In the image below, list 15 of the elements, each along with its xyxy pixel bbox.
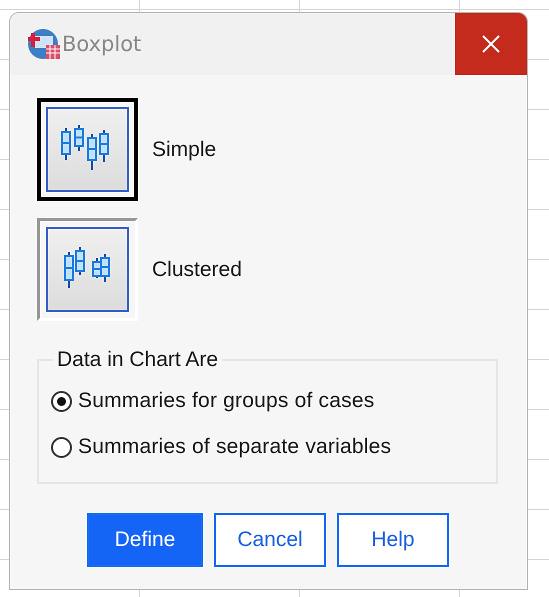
close-button[interactable] xyxy=(455,13,527,75)
radio-option[interactable]: Summaries for groups of cases xyxy=(51,378,496,424)
radio-button[interactable] xyxy=(51,436,72,458)
radio-button[interactable] xyxy=(51,390,72,412)
group-title: Data in Chart Are xyxy=(56,348,220,372)
dialog-button[interactable]: Cancel xyxy=(214,513,326,567)
app-icon xyxy=(27,27,61,61)
chart-type-button[interactable] xyxy=(37,98,138,201)
chart-type-label: Simple xyxy=(152,138,216,162)
window-title: Boxplot xyxy=(62,32,142,56)
dialog-button[interactable]: Help xyxy=(337,513,449,567)
radio-option[interactable]: Summaries of separate variables xyxy=(51,424,496,470)
define-button[interactable]: Define xyxy=(87,513,203,567)
close-icon xyxy=(481,34,501,54)
chart-type-label: Clustered xyxy=(152,258,242,282)
